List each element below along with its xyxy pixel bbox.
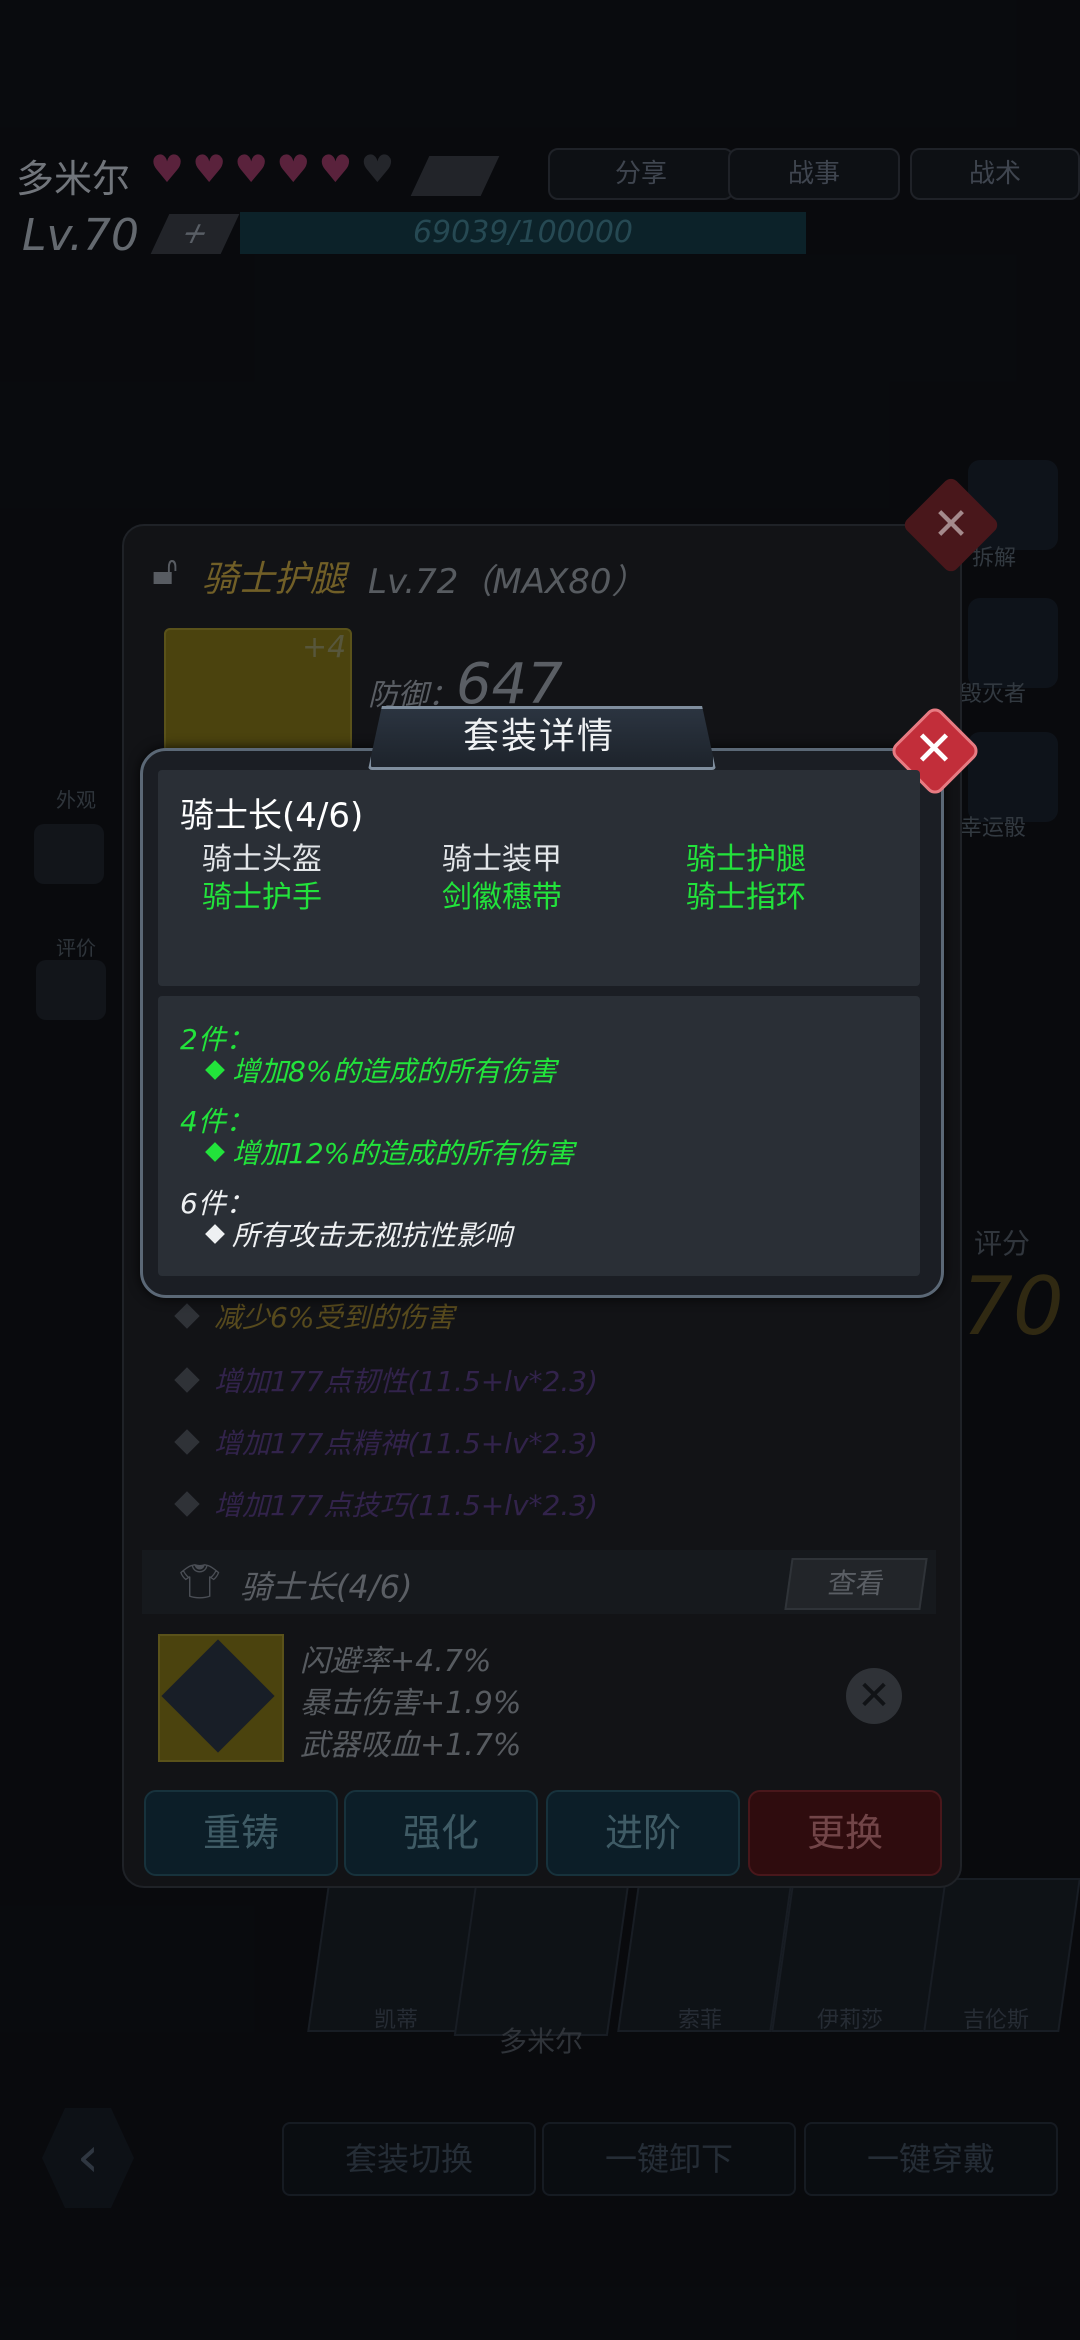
diamond-icon bbox=[205, 1224, 225, 1244]
set-name: 骑士长(4/6) bbox=[180, 796, 364, 836]
diamond-icon bbox=[205, 1142, 225, 1162]
bonus-row: 所有攻击无视抗性影响 bbox=[205, 1214, 513, 1254]
bonus-text: 增加8%的造成的所有伤害 bbox=[232, 1055, 557, 1088]
modal-title: 套装详情 bbox=[462, 716, 615, 757]
bonus-text: 所有攻击无视抗性影响 bbox=[232, 1219, 513, 1252]
bonus-row: 增加8%的造成的所有伤害 bbox=[205, 1050, 557, 1090]
set-piece: 剑徽穗带 bbox=[442, 880, 562, 915]
diamond-icon bbox=[205, 1060, 225, 1080]
set-piece: 骑士指环 bbox=[686, 880, 806, 915]
bonus-text: 增加12%的造成的所有伤害 bbox=[232, 1137, 575, 1170]
set-piece: 骑士护手 bbox=[202, 880, 322, 915]
bonus-row: 增加12%的造成的所有伤害 bbox=[205, 1132, 575, 1172]
